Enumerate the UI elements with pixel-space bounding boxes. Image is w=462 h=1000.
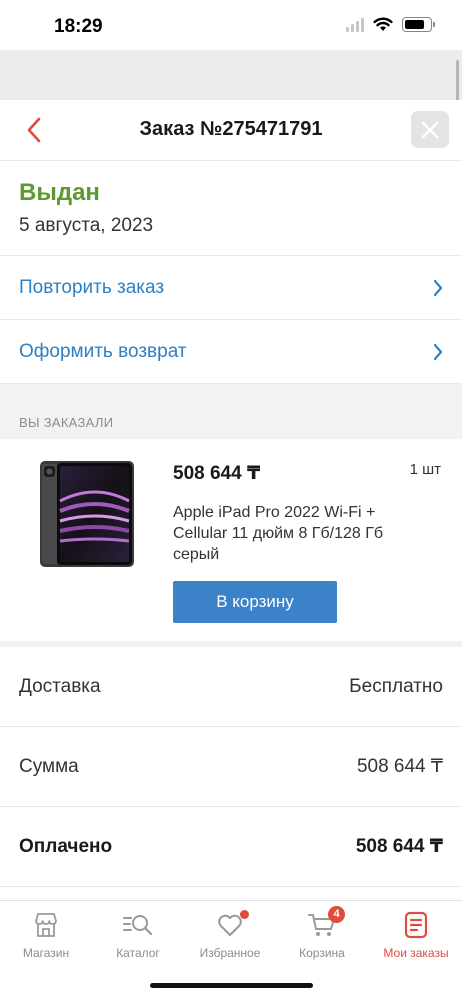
header: Заказ №275471791 (0, 100, 462, 161)
signal-icon (346, 17, 364, 32)
tab-my-orders[interactable]: Мои заказы (370, 909, 462, 960)
product-item: 508 644 ₸ 1 шт Apple iPad Pro 2022 Wi-Fi… (0, 439, 462, 647)
home-indicator[interactable] (150, 983, 313, 988)
repeat-order-row[interactable]: Повторить заказ (0, 256, 462, 320)
order-status-block: Выдан 5 августа, 2023 (0, 161, 462, 256)
delivery-row: Доставка Бесплатно (0, 647, 462, 727)
tab-label: Избранное (199, 946, 261, 960)
catalog-search-icon (123, 915, 153, 936)
product-name[interactable]: Apple iPad Pro 2022 Wi-Fi + Cellular 11 … (173, 502, 423, 565)
notification-dot (240, 910, 249, 919)
product-quantity: 1 шт (409, 461, 441, 478)
status-time: 18:29 (54, 16, 103, 37)
store-icon (35, 913, 57, 937)
tab-store[interactable]: Магазин (0, 909, 92, 960)
return-order-row[interactable]: Оформить возврат (0, 320, 462, 384)
order-status: Выдан (19, 179, 100, 206)
backdrop-strip (0, 50, 462, 100)
battery-icon (402, 17, 435, 32)
chevron-right-icon (433, 279, 443, 296)
orders-icon (404, 911, 428, 939)
return-order-label: Оформить возврат (19, 340, 187, 362)
tab-favorites[interactable]: Избранное (184, 909, 276, 960)
status-icons (346, 17, 435, 32)
wifi-icon (373, 17, 393, 31)
paid-row: Оплачено 508 644 ₸ (0, 807, 462, 887)
chevron-right-icon (433, 343, 443, 360)
delivery-value: Бесплатно (349, 675, 443, 697)
tab-label: Мои заказы (383, 946, 449, 960)
close-button[interactable] (411, 111, 449, 148)
status-bar: 18:29 (0, 0, 462, 50)
section-heading: ВЫ ЗАКАЗАЛИ (0, 384, 462, 439)
paid-value: 508 644 ₸ (355, 836, 443, 857)
delivery-label: Доставка (19, 675, 101, 697)
repeat-order-label: Повторить заказ (19, 276, 165, 298)
cart-count-badge: 4 (328, 906, 345, 923)
tab-catalog[interactable]: Каталог (92, 909, 184, 960)
tab-label: Корзина (299, 946, 345, 960)
sum-label: Сумма (19, 755, 79, 777)
product-image[interactable] (40, 461, 134, 567)
tab-label: Каталог (116, 946, 160, 960)
product-price: 508 644 ₸ (173, 463, 261, 484)
order-date: 5 августа, 2023 (19, 215, 154, 236)
sum-value: 508 644 ₸ (356, 756, 443, 777)
page-title: Заказ №275471791 (139, 118, 323, 140)
close-icon (421, 121, 439, 138)
tab-label: Магазин (22, 946, 70, 960)
sum-row: Сумма 508 644 ₸ (0, 727, 462, 807)
order-sheet: Заказ №275471791 Выдан 5 августа, 2023 П… (0, 100, 462, 900)
add-to-cart-button[interactable]: В корзину (173, 581, 337, 623)
paid-label: Оплачено (19, 835, 113, 857)
tab-cart[interactable]: 4 Корзина (276, 906, 368, 960)
